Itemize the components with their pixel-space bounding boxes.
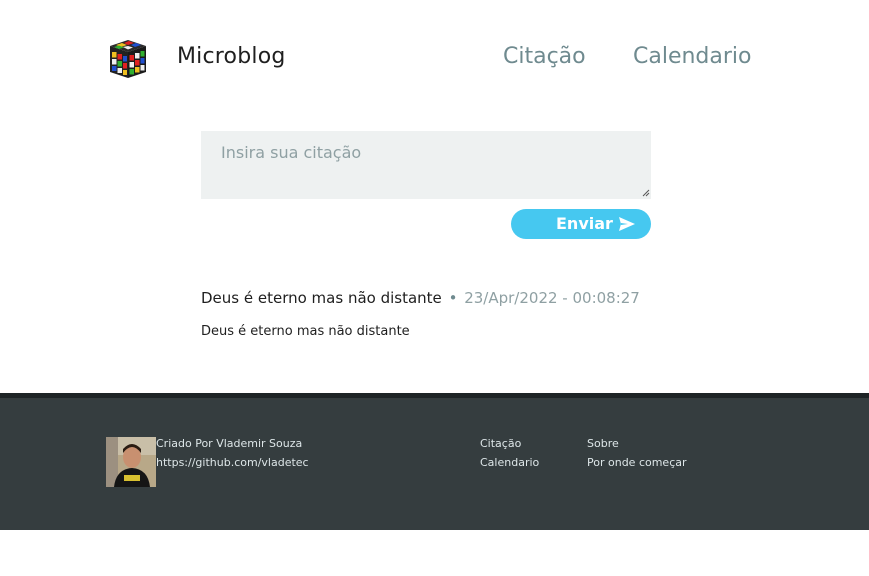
post-header: Deus é eterno mas não distante • 23/Apr/… — [201, 289, 640, 307]
nav-link-calendario[interactable]: Calendario — [633, 44, 752, 69]
footer-link-calendario[interactable]: Calendario — [480, 456, 539, 469]
quote-input[interactable] — [201, 131, 651, 199]
site-header: Microblog Citação Calendario — [0, 0, 869, 120]
post-date: 23/Apr/2022 - 00:08:27 — [464, 289, 640, 307]
site-footer: Criado Por Vlademir Souza https://github… — [0, 398, 869, 530]
author-avatar — [106, 437, 156, 487]
post-body: Deus é eterno mas não distante — [201, 324, 410, 339]
nav-link-citacao[interactable]: Citação — [503, 44, 586, 69]
footer-github-link[interactable]: https://github.com/vladetec — [156, 456, 309, 469]
footer-link-sobre[interactable]: Sobre — [587, 437, 619, 450]
send-button[interactable]: Enviar — [511, 209, 651, 239]
site-brand[interactable]: Microblog — [177, 44, 286, 69]
footer-link-por-onde-comecar[interactable]: Por onde começar — [587, 456, 687, 469]
footer-link-citacao[interactable]: Citação — [480, 437, 521, 450]
post-separator: • — [448, 289, 458, 307]
rubiks-cube-logo-icon[interactable] — [106, 38, 148, 80]
send-icon — [619, 217, 635, 231]
send-button-label: Enviar — [556, 214, 613, 233]
resize-grip-icon[interactable] — [642, 189, 650, 197]
post-title: Deus é eterno mas não distante — [201, 289, 442, 307]
footer-author: Criado Por Vlademir Souza — [156, 437, 303, 450]
